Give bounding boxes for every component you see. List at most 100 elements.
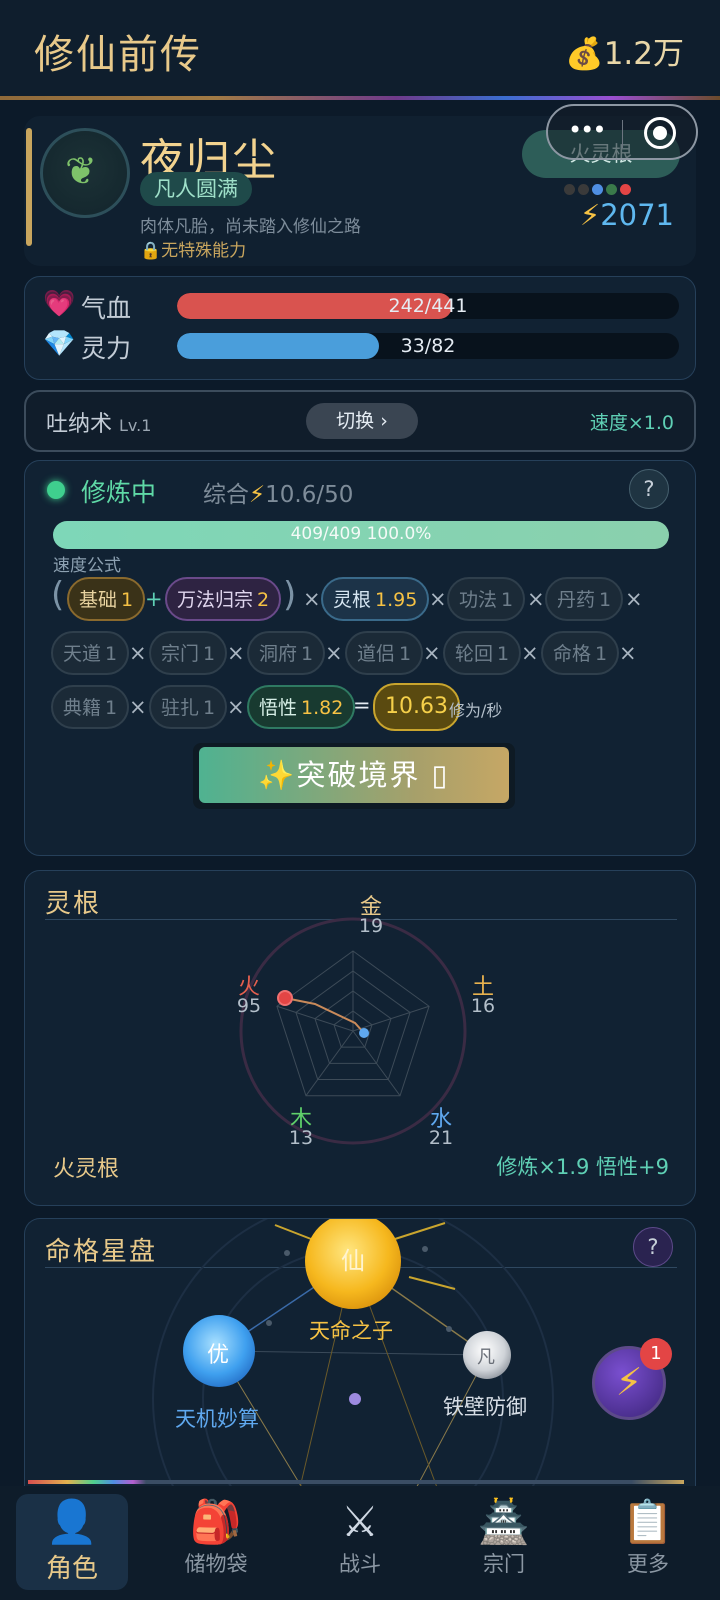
close-paren: ) (283, 575, 297, 615)
pagoda-icon: 🏯 (477, 1497, 531, 1546)
overall-value: 10.6/50 (265, 482, 354, 508)
chip-gongfa[interactable]: 功法 1 (447, 577, 526, 621)
chip-mingge-value: 1 (595, 643, 608, 665)
stats-card: 💗 气血 242/441 💎 灵力 33/82 (24, 276, 696, 380)
element-dot (606, 184, 617, 195)
chip-base-label: 基础 (79, 589, 118, 611)
sprout-icon: ❦ (65, 149, 97, 193)
capsule-divider (622, 120, 623, 148)
spirit-root-card: 灵根 金 19 土 16 水 21 木 13 火 95 火灵根 修炼×1.9 悟性+9 (24, 870, 696, 1206)
chip-wanfa[interactable]: 万法归宗 2 (165, 577, 282, 621)
chip-tiandao[interactable]: 天道 1 (51, 631, 130, 675)
chip-lunhui[interactable]: 轮回 1 (443, 631, 522, 675)
energy-badge: 1 (640, 1338, 672, 1370)
chip-danyao[interactable]: 丹药 1 (545, 577, 624, 621)
chip-linggen[interactable]: 灵根 1.95 (321, 577, 430, 621)
mp-row: 💎 灵力 33/82 (43, 327, 683, 363)
chip-dongfu[interactable]: 洞府 1 (247, 631, 326, 675)
profile-accent-bar (26, 128, 32, 246)
more-dots-icon[interactable]: ••• (568, 116, 606, 144)
chip-linggen-value: 1.95 (375, 589, 418, 611)
chip-tiandao-value: 1 (105, 643, 118, 665)
chip-lunhui-value: 1 (497, 643, 510, 665)
chip-dianji[interactable]: 典籍 1 (51, 685, 130, 729)
chip-danyao-value: 1 (599, 589, 612, 611)
lightning-icon: ⚡ (249, 482, 266, 508)
orb-xian[interactable]: 仙 (341, 1241, 365, 1276)
chip-wuxing[interactable]: 悟性 1.82 (247, 685, 356, 729)
times-operator: × (429, 587, 447, 611)
close-target-icon[interactable] (644, 117, 676, 149)
times-operator: × (521, 641, 539, 665)
nav-character[interactable]: 👤 角色 (16, 1494, 128, 1590)
times-operator: × (303, 587, 321, 611)
chip-mingge-label: 命格 (553, 643, 592, 665)
overall-prefix: 综合 (203, 482, 249, 508)
technique-card: 吐纳术 Lv.1 切换 › 速度×1.0 (24, 390, 696, 452)
currency-display[interactable]: 💰1.2万 (565, 28, 684, 73)
hp-bar: 242/441 (177, 293, 679, 319)
nav-battle[interactable]: ⚔ 战斗 (304, 1494, 416, 1590)
equals-operator: = (353, 693, 371, 717)
element-dot (592, 184, 603, 195)
orb-you[interactable]: 优 (207, 1337, 229, 1369)
element-dots (564, 180, 634, 199)
mp-label: 灵力 (81, 334, 132, 363)
breakthrough-button[interactable]: ✨突破境界 ▯ (199, 747, 509, 803)
switch-technique-button[interactable]: 切换 › (306, 403, 418, 439)
cultivation-help-button[interactable]: ? (629, 469, 669, 509)
result-chip: 10.63 (373, 683, 460, 731)
nav-label: 宗门 (483, 1552, 525, 1576)
cultivation-status: 修炼中 (81, 478, 157, 507)
times-operator: × (129, 695, 147, 719)
times-operator: × (423, 641, 441, 665)
nav-label: 角色 (45, 1554, 98, 1584)
times-operator: × (625, 587, 643, 611)
miniprogram-capsule: ••• (546, 104, 698, 160)
nav-divider (28, 1480, 684, 1484)
hp-label: 气血 (81, 294, 132, 323)
radar-value-mu: 13 (288, 1127, 314, 1149)
orb-fan-label: 铁壁防御 (443, 1395, 527, 1419)
currency-amount: 1.2万 (603, 36, 684, 72)
crossed-swords-icon: ⚔ (341, 1497, 379, 1546)
cultivation-progress: 409/409 100.0% (53, 521, 669, 549)
cultivation-progress-text: 409/409 100.0% (290, 524, 432, 544)
nav-sect[interactable]: 🏯 宗门 (448, 1494, 560, 1590)
realm-badge: 凡人圆满 (140, 172, 252, 206)
overall-rate: 综合⚡10.6/50 (203, 475, 353, 509)
chip-zongmen-value: 1 (203, 643, 216, 665)
chip-mingge[interactable]: 命格 1 (541, 631, 620, 675)
lock-icon: 🔒 (140, 241, 162, 261)
ability-line: 🔒无特殊能力 (140, 236, 246, 261)
avatar[interactable]: ❦ (40, 128, 130, 218)
nav-backpack[interactable]: 🎒 储物袋 (160, 1494, 272, 1590)
root-bonus: 修炼×1.9 悟性+9 (496, 1155, 669, 1179)
lightning-icon: ⚡ (579, 198, 601, 232)
chip-dongfu-value: 1 (301, 643, 314, 665)
nav-label: 更多 (627, 1552, 669, 1576)
times-operator: × (527, 587, 545, 611)
technique-speed: 速度×1.0 (589, 412, 674, 434)
nav-more[interactable]: 📋 更多 (592, 1494, 704, 1590)
radar-value-huo: 95 (236, 995, 262, 1017)
character-icon: 👤 (45, 1497, 99, 1546)
times-operator: × (227, 641, 245, 665)
breakthrough-frame: ✨突破境界 ▯ (193, 743, 515, 809)
chip-zongmen-label: 宗门 (161, 643, 200, 665)
chip-danyao-label: 丹药 (557, 589, 596, 611)
orb-fan[interactable]: 凡 (477, 1343, 495, 1369)
chip-daolv[interactable]: 道侣 1 (345, 631, 424, 675)
diamond-icon: 💎 (43, 329, 76, 359)
chip-zongmen[interactable]: 宗门 1 (149, 631, 228, 675)
chip-wanfa-value: 2 (257, 589, 270, 611)
chip-base[interactable]: 基础 1 (67, 577, 146, 621)
clipboard-icon: 📋 (621, 1497, 675, 1546)
root-type-name: 火灵根 (53, 1157, 120, 1182)
times-operator: × (619, 641, 637, 665)
chip-zhuzha-value: 1 (203, 697, 216, 719)
radar-point-huo (277, 990, 293, 1006)
chip-zhuzha[interactable]: 驻扎 1 (149, 685, 228, 729)
backpack-icon: 🎒 (189, 1497, 243, 1546)
times-operator: × (325, 641, 343, 665)
